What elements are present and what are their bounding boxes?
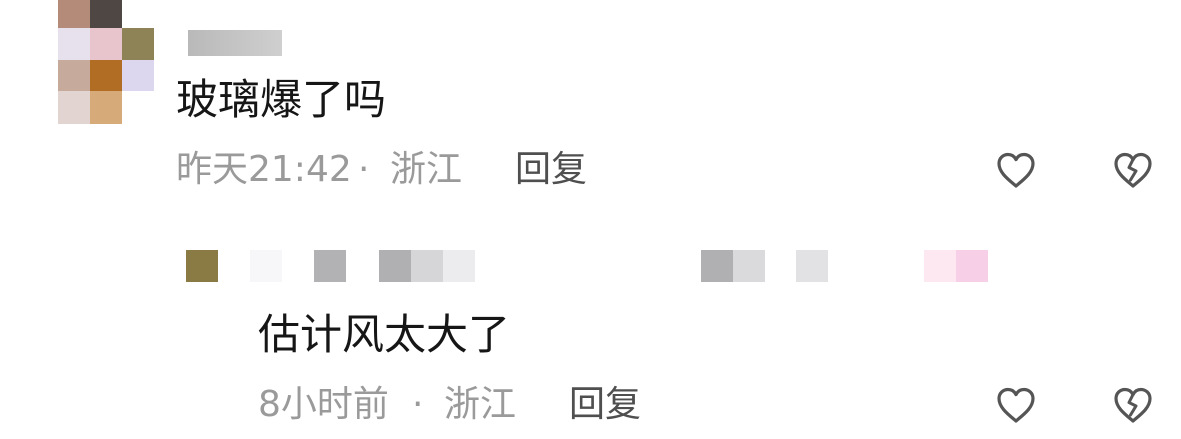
- comment-location: 浙江: [444, 384, 517, 425]
- reply-button[interactable]: 回复: [569, 387, 641, 423]
- heart-outline-icon[interactable]: [995, 150, 1037, 190]
- avatar[interactable]: [58, 0, 154, 124]
- broken-heart-icon[interactable]: [1112, 150, 1154, 190]
- comment-time: 8小时前: [258, 384, 389, 425]
- meta-separator: ·: [358, 149, 370, 190]
- reply-comment-text: 估计风太大了: [258, 310, 511, 359]
- heart-outline-icon[interactable]: [995, 385, 1037, 425]
- meta-separator: ·: [412, 384, 424, 425]
- comment-location: 浙江: [390, 149, 463, 190]
- username-redacted[interactable]: [188, 30, 282, 56]
- reply-button[interactable]: 回复: [515, 152, 587, 188]
- broken-heart-icon[interactable]: [1112, 385, 1154, 425]
- reply-header-redacted[interactable]: [186, 250, 996, 284]
- comment-text: 玻璃爆了吗: [176, 75, 387, 124]
- comment-time: 昨天21:42: [176, 149, 352, 190]
